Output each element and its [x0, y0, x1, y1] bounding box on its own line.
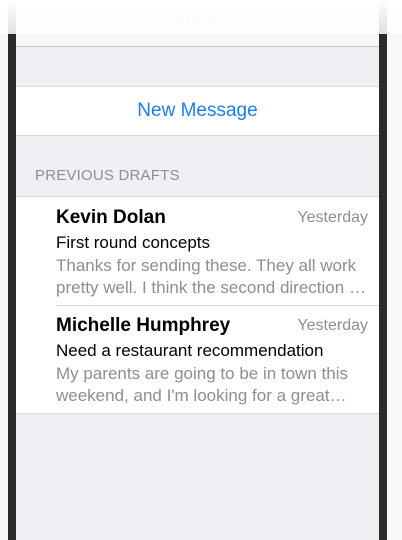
new-message-row[interactable]: New Message — [16, 86, 379, 136]
background-edge-right — [379, 0, 387, 540]
cancel-button[interactable]: Cancel — [318, 8, 371, 28]
navigation-bar: Drafts Cancel — [16, 0, 379, 47]
draft-sender: Kevin Dolan — [56, 207, 166, 228]
draft-subject: First round concepts — [56, 233, 211, 252]
draft-preview: Thanks for sending these. They all work … — [56, 256, 362, 297]
draft-sender: Michelle Humphrey — [56, 315, 231, 336]
new-message-button[interactable]: New Message — [16, 87, 379, 135]
draft-list-item[interactable]: Kevin Dolan Yesterday First round concep… — [16, 197, 379, 305]
draft-list-item[interactable]: Michelle Humphrey Yesterday Need a resta… — [16, 305, 379, 413]
draft-preview: My parents are going to be in town this … — [56, 364, 348, 405]
drafts-list: Kevin Dolan Yesterday First round concep… — [16, 196, 379, 414]
draft-date: Yesterday — [297, 209, 368, 226]
section-header-previous-drafts: PREVIOUS DRAFTS — [35, 167, 180, 184]
background-edge-left — [8, 0, 16, 540]
draft-subject: Need a restaurant recommendation — [56, 341, 324, 360]
draft-date: Yesterday — [297, 317, 368, 334]
drafts-sheet: Drafts Cancel New Message PREVIOUS DRAFT… — [16, 0, 379, 540]
